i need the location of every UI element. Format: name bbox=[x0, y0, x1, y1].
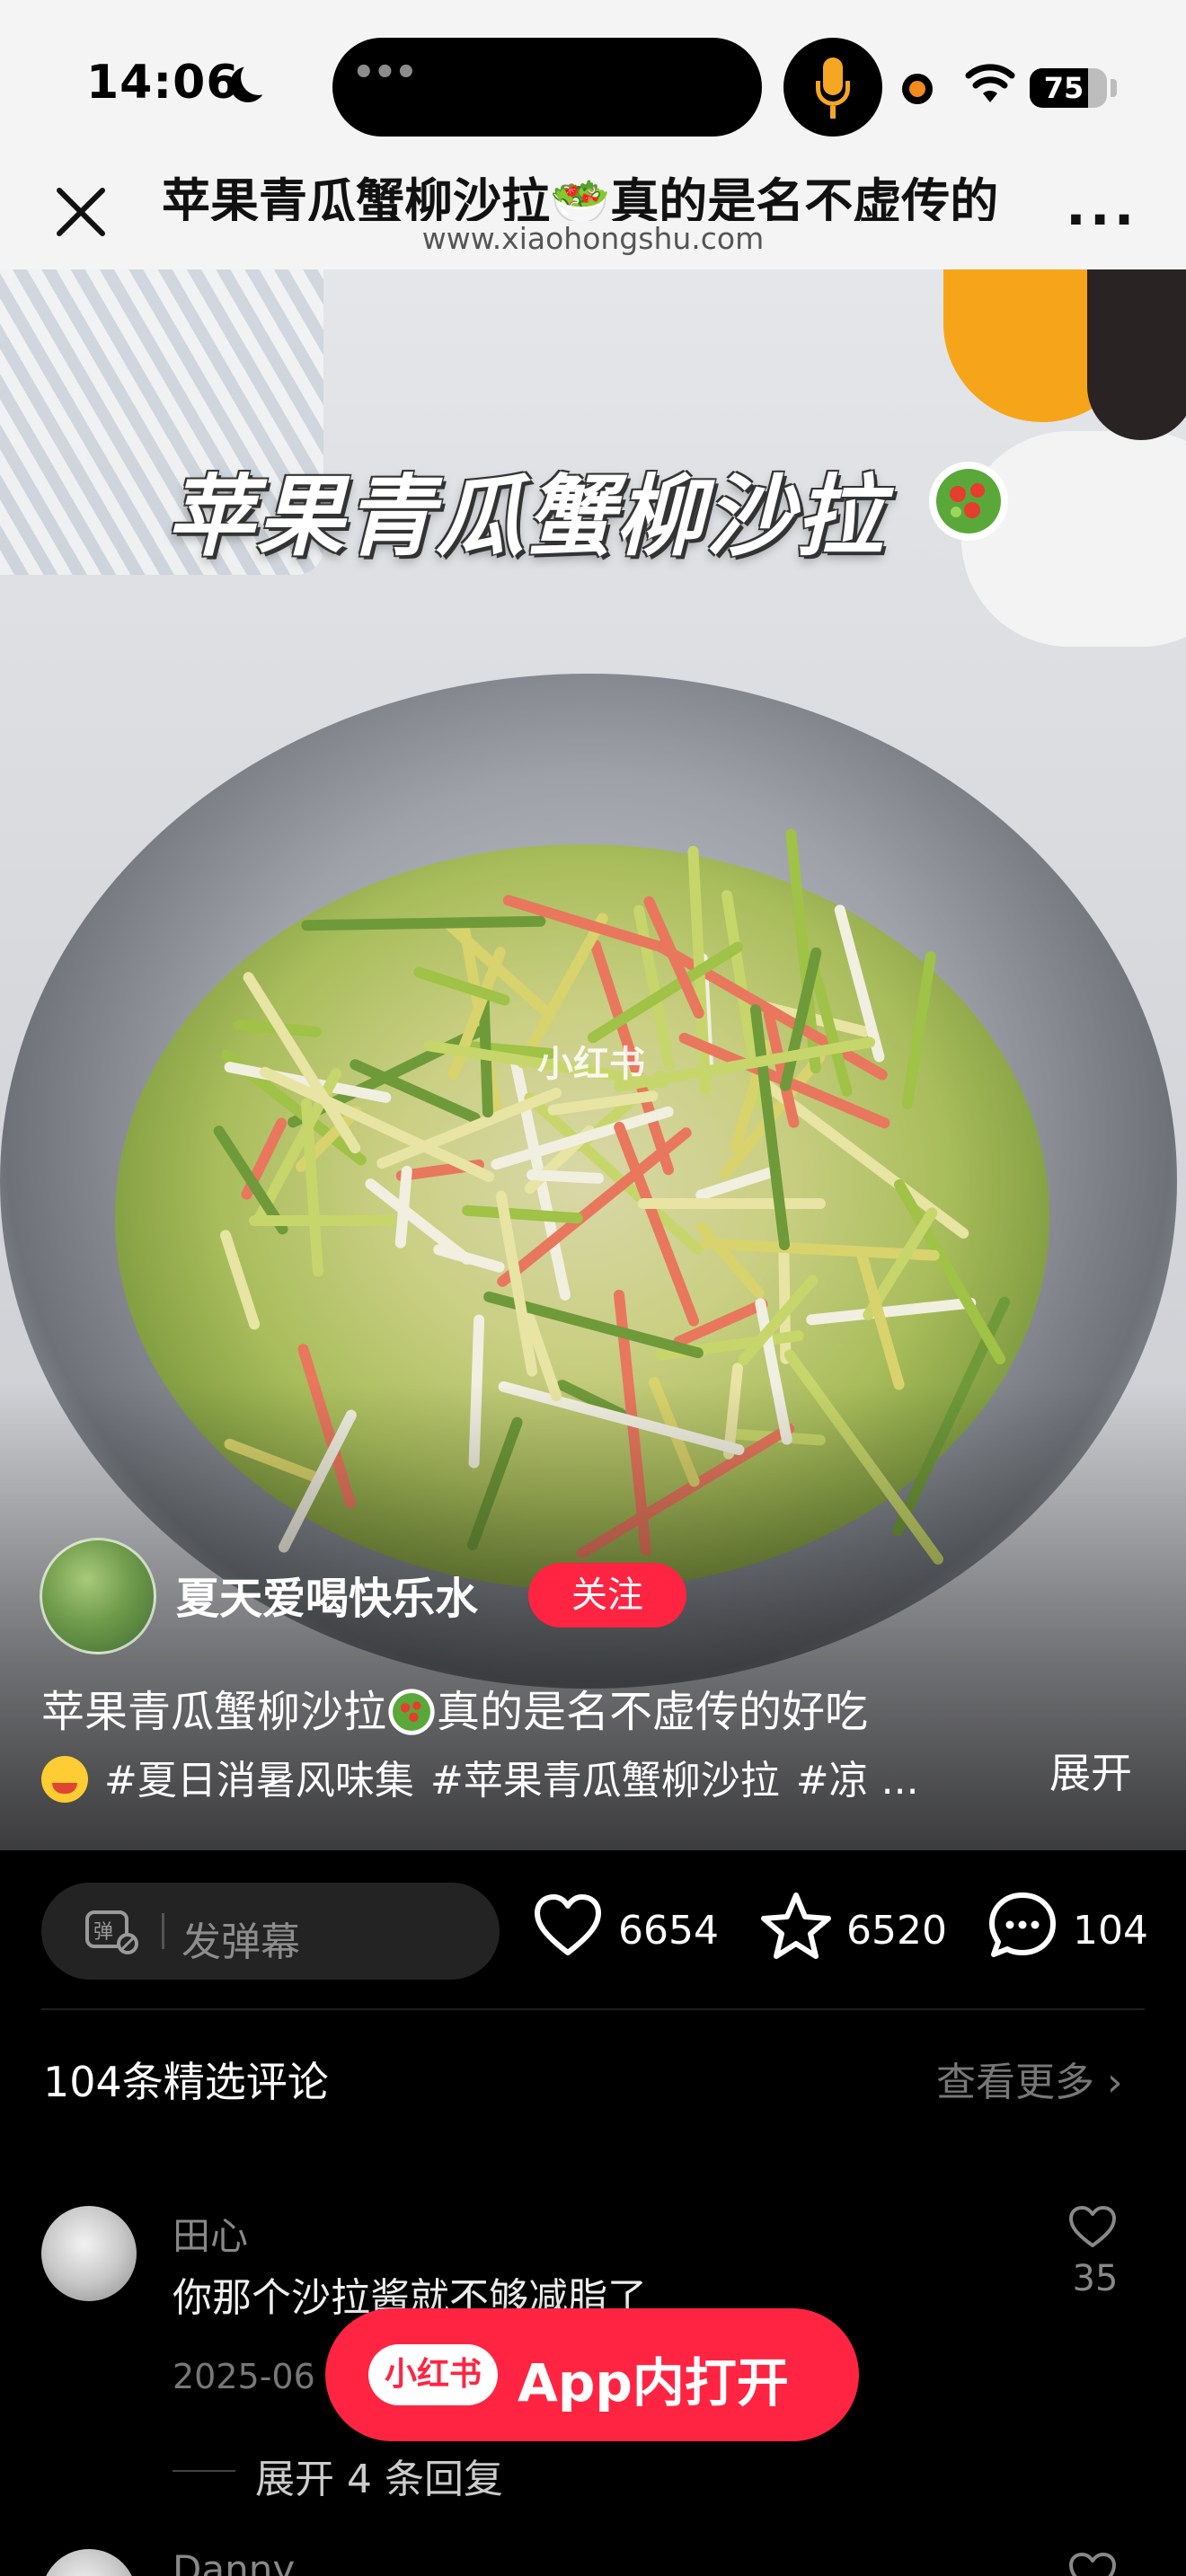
open-in-app-button[interactable]: 小红书 App内打开 bbox=[325, 2308, 859, 2441]
post-caption: 苹果青瓜蟹柳沙拉 真的是名不虚传的好吃 bbox=[41, 1676, 1155, 1739]
watermark: 小红书 bbox=[537, 1044, 645, 1085]
favorite-count: 6520 bbox=[846, 1908, 947, 1954]
status-time: 14:06 bbox=[86, 56, 240, 110]
action-bar: 弹 发弹幕 6654 6520 104 bbox=[0, 1850, 1186, 2012]
tag-link[interactable]: #凉 ... bbox=[796, 1758, 919, 1804]
battery-icon: 75 bbox=[1030, 68, 1107, 108]
commenter-name[interactable]: 田心 bbox=[173, 2206, 248, 2261]
danmu-placeholder: 发弹幕 bbox=[181, 1919, 300, 1965]
comment-heart-icon[interactable] bbox=[1066, 2204, 1120, 2249]
dots-icon: ••• bbox=[352, 52, 418, 93]
commenter-avatar[interactable] bbox=[41, 2206, 137, 2301]
like-count: 6654 bbox=[618, 1908, 719, 1954]
caption-text: 苹果青瓜蟹柳沙拉 bbox=[41, 1687, 387, 1737]
open-in-app-label: App内打开 bbox=[518, 2352, 789, 2413]
commenter-avatar[interactable] bbox=[41, 2549, 137, 2576]
comments-header: 104条精选评论 bbox=[43, 2058, 329, 2106]
battery-level: 75 bbox=[1043, 71, 1084, 105]
page-title: 苹果青瓜蟹柳沙拉🥗真的是名不虚传的 bbox=[162, 173, 999, 221]
star-icon bbox=[761, 1892, 831, 1959]
danmu-icon: 弹 bbox=[85, 1910, 138, 1954]
tag-link[interactable]: #夏日消暑风味集 bbox=[104, 1758, 414, 1804]
image-title: 苹果青瓜蟹柳沙拉 bbox=[166, 466, 886, 569]
moon-icon bbox=[230, 59, 277, 102]
microphone-indicator bbox=[783, 38, 882, 137]
recording-dot-icon bbox=[902, 74, 933, 104]
heart-icon bbox=[535, 1894, 601, 1955]
caption-suffix: 真的是名不虚传的好吃 bbox=[437, 1687, 869, 1737]
danmu-input[interactable]: 弹 发弹幕 bbox=[41, 1883, 500, 1980]
like-button[interactable]: 6654 bbox=[532, 1890, 739, 1971]
yum-emoji-icon bbox=[41, 1756, 88, 1803]
see-more-link[interactable]: 查看更多 › bbox=[936, 2050, 1123, 2107]
salad-emoji-icon bbox=[388, 1689, 435, 1735]
commenter-name[interactable]: Danny bbox=[173, 2547, 295, 2576]
tag-link[interactable]: #苹果青瓜蟹柳沙拉 bbox=[430, 1758, 780, 1804]
author-name[interactable]: 夏天爱喝快乐水 bbox=[176, 1563, 478, 1626]
comment-count: 104 bbox=[1073, 1908, 1148, 1954]
divider bbox=[41, 2008, 1145, 2010]
wifi-icon bbox=[965, 64, 1015, 102]
browser-header: 苹果青瓜蟹柳沙拉🥗真的是名不虚传的 www.xiaohongshu.com ..… bbox=[0, 153, 1186, 269]
svg-text:弹: 弹 bbox=[93, 1921, 113, 1944]
xiaohongshu-logo: 小红书 bbox=[368, 2344, 498, 2405]
author-avatar[interactable] bbox=[40, 1538, 156, 1654]
tag-list: #夏日消暑风味集 #苹果青瓜蟹柳沙拉 #凉 ... bbox=[41, 1748, 1048, 1804]
comment-button[interactable]: 104 bbox=[987, 1890, 1157, 1971]
follow-button[interactable]: 关注 bbox=[528, 1563, 686, 1628]
expand-button[interactable]: 展开 bbox=[1049, 1741, 1132, 1800]
expand-replies-link[interactable]: 展开 4 条回复 bbox=[255, 2447, 503, 2504]
page-url: www.xiaohongshu.com bbox=[421, 221, 765, 256]
comment-date: 2025-06 bbox=[173, 2357, 315, 2396]
comment-heart-icon[interactable] bbox=[1066, 2551, 1120, 2576]
more-options-button[interactable]: ... bbox=[1066, 180, 1146, 243]
favorite-button[interactable]: 6520 bbox=[760, 1890, 967, 1971]
status-bar: 14:06 ••• 75 bbox=[0, 0, 1186, 153]
salad-emoji-icon bbox=[929, 462, 1008, 541]
comment-icon bbox=[989, 1892, 1056, 1957]
comment-like-count: 35 bbox=[1072, 2258, 1119, 2299]
